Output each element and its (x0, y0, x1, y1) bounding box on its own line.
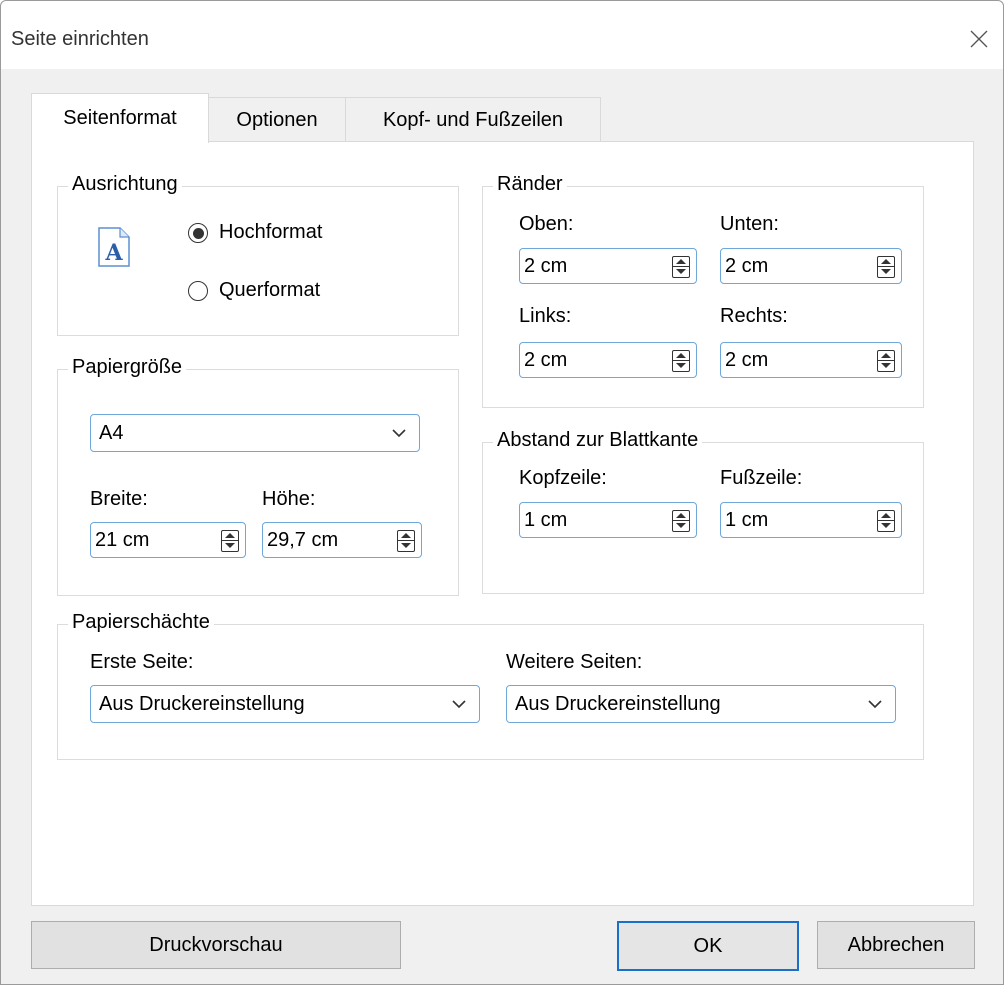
spinner-arrows-icon[interactable] (672, 510, 690, 532)
tab-label: Seitenformat (63, 107, 177, 129)
orientation-group-title: Ausrichtung (68, 173, 182, 196)
chevron-down-icon (452, 700, 466, 709)
edge-distance-group-title: Abstand zur Blattkante (493, 429, 703, 452)
footer-distance-label: Fußzeile: (720, 467, 803, 489)
margin-left-spinner[interactable]: 2 cm (519, 342, 697, 378)
radio-querformat[interactable] (188, 281, 208, 301)
margin-right-label: Rechts: (720, 305, 788, 327)
first-page-label: Erste Seite: (90, 651, 194, 673)
paper-size-select[interactable]: A4 (90, 414, 420, 452)
other-pages-tray-select[interactable]: Aus Druckereinstellung (506, 685, 896, 723)
margin-right-value: 2 cm (725, 349, 769, 371)
orientation-group: Ausrichtung A Hochformat Querformat (57, 173, 459, 336)
tab-label: Optionen (236, 108, 318, 131)
tab-kopf-fusszeilen[interactable]: Kopf- und Fußzeilen (345, 97, 601, 142)
radio-querformat-label: Querformat (219, 279, 321, 301)
spinner-arrows-icon[interactable] (672, 256, 690, 278)
margin-top-spinner[interactable]: 2 cm (519, 248, 697, 284)
paper-trays-group-title: Papierschächte (68, 611, 214, 634)
page-setup-dialog: Seite einrichten Seitenformat Optionen K… (0, 0, 1004, 985)
close-button[interactable] (959, 19, 999, 59)
spinner-arrows-icon[interactable] (877, 350, 895, 372)
header-distance-value: 1 cm (524, 509, 568, 531)
cancel-button[interactable]: Abbrechen (817, 921, 975, 969)
radio-hochformat-label: Hochformat (219, 221, 323, 243)
paper-width-spinner[interactable]: 21 cm (90, 522, 246, 558)
margin-bottom-label: Unten: (720, 213, 779, 235)
print-preview-button-label: Druckvorschau (149, 933, 283, 956)
cancel-button-label: Abbrechen (847, 933, 945, 956)
margin-right-spinner[interactable]: 2 cm (720, 342, 902, 378)
print-preview-button[interactable]: Druckvorschau (31, 921, 401, 969)
paper-size-value: A4 (99, 422, 124, 444)
paper-height-spinner[interactable]: 29,7 cm (262, 522, 422, 558)
tab-label: Kopf- und Fußzeilen (382, 108, 564, 131)
margin-bottom-spinner[interactable]: 2 cm (720, 248, 902, 284)
paper-size-group: Papiergröße A4 Breite: 21 cm Höhe: 29,7 … (57, 356, 459, 596)
spinner-arrows-icon[interactable] (397, 530, 415, 552)
tab-panel: Ausrichtung A Hochformat Querformat Ränd… (31, 141, 974, 906)
spinner-arrows-icon[interactable] (672, 350, 690, 372)
spinner-arrows-icon[interactable] (221, 530, 239, 552)
margin-bottom-value: 2 cm (725, 255, 769, 277)
paper-height-value: 29,7 cm (267, 529, 339, 551)
margin-left-label: Links: (519, 305, 572, 327)
margins-group-title: Ränder (493, 173, 567, 196)
margins-group: Ränder Oben: 2 cm Unten: 2 cm Links: 2 c… (482, 173, 924, 408)
chevron-down-icon (868, 700, 882, 709)
chevron-down-icon (392, 429, 406, 438)
paper-size-group-title: Papiergröße (68, 356, 187, 379)
window-title: Seite einrichten (11, 28, 149, 50)
tab-optionen[interactable]: Optionen (207, 97, 347, 142)
margin-left-value: 2 cm (524, 349, 568, 371)
paper-width-value: 21 cm (95, 529, 150, 551)
page-icon-letter: A (104, 240, 123, 266)
margin-top-label: Oben: (519, 213, 574, 235)
header-distance-spinner[interactable]: 1 cm (519, 502, 697, 538)
footer-distance-value: 1 cm (725, 509, 769, 531)
close-icon (970, 30, 988, 48)
page-portrait-icon: A (98, 227, 130, 267)
edge-distance-group: Abstand zur Blattkante Kopfzeile: 1 cm F… (482, 429, 924, 594)
footer-distance-spinner[interactable]: 1 cm (720, 502, 902, 538)
other-pages-label: Weitere Seiten: (506, 651, 643, 673)
spinner-arrows-icon[interactable] (877, 256, 895, 278)
ok-button[interactable]: OK (617, 921, 799, 971)
first-page-tray-value: Aus Druckereinstellung (99, 693, 305, 715)
title-bar: Seite einrichten (1, 1, 1003, 69)
paper-trays-group: Papierschächte Erste Seite: Aus Druckere… (57, 611, 924, 760)
first-page-tray-select[interactable]: Aus Druckereinstellung (90, 685, 480, 723)
ok-button-label: OK (693, 934, 723, 957)
tab-seitenformat[interactable]: Seitenformat (31, 93, 209, 143)
header-distance-label: Kopfzeile: (519, 467, 607, 489)
margin-top-value: 2 cm (524, 255, 568, 277)
spinner-arrows-icon[interactable] (877, 510, 895, 532)
other-pages-tray-value: Aus Druckereinstellung (515, 693, 721, 715)
paper-height-label: Höhe: (262, 488, 316, 510)
paper-width-label: Breite: (90, 488, 148, 510)
radio-hochformat[interactable] (188, 223, 208, 243)
